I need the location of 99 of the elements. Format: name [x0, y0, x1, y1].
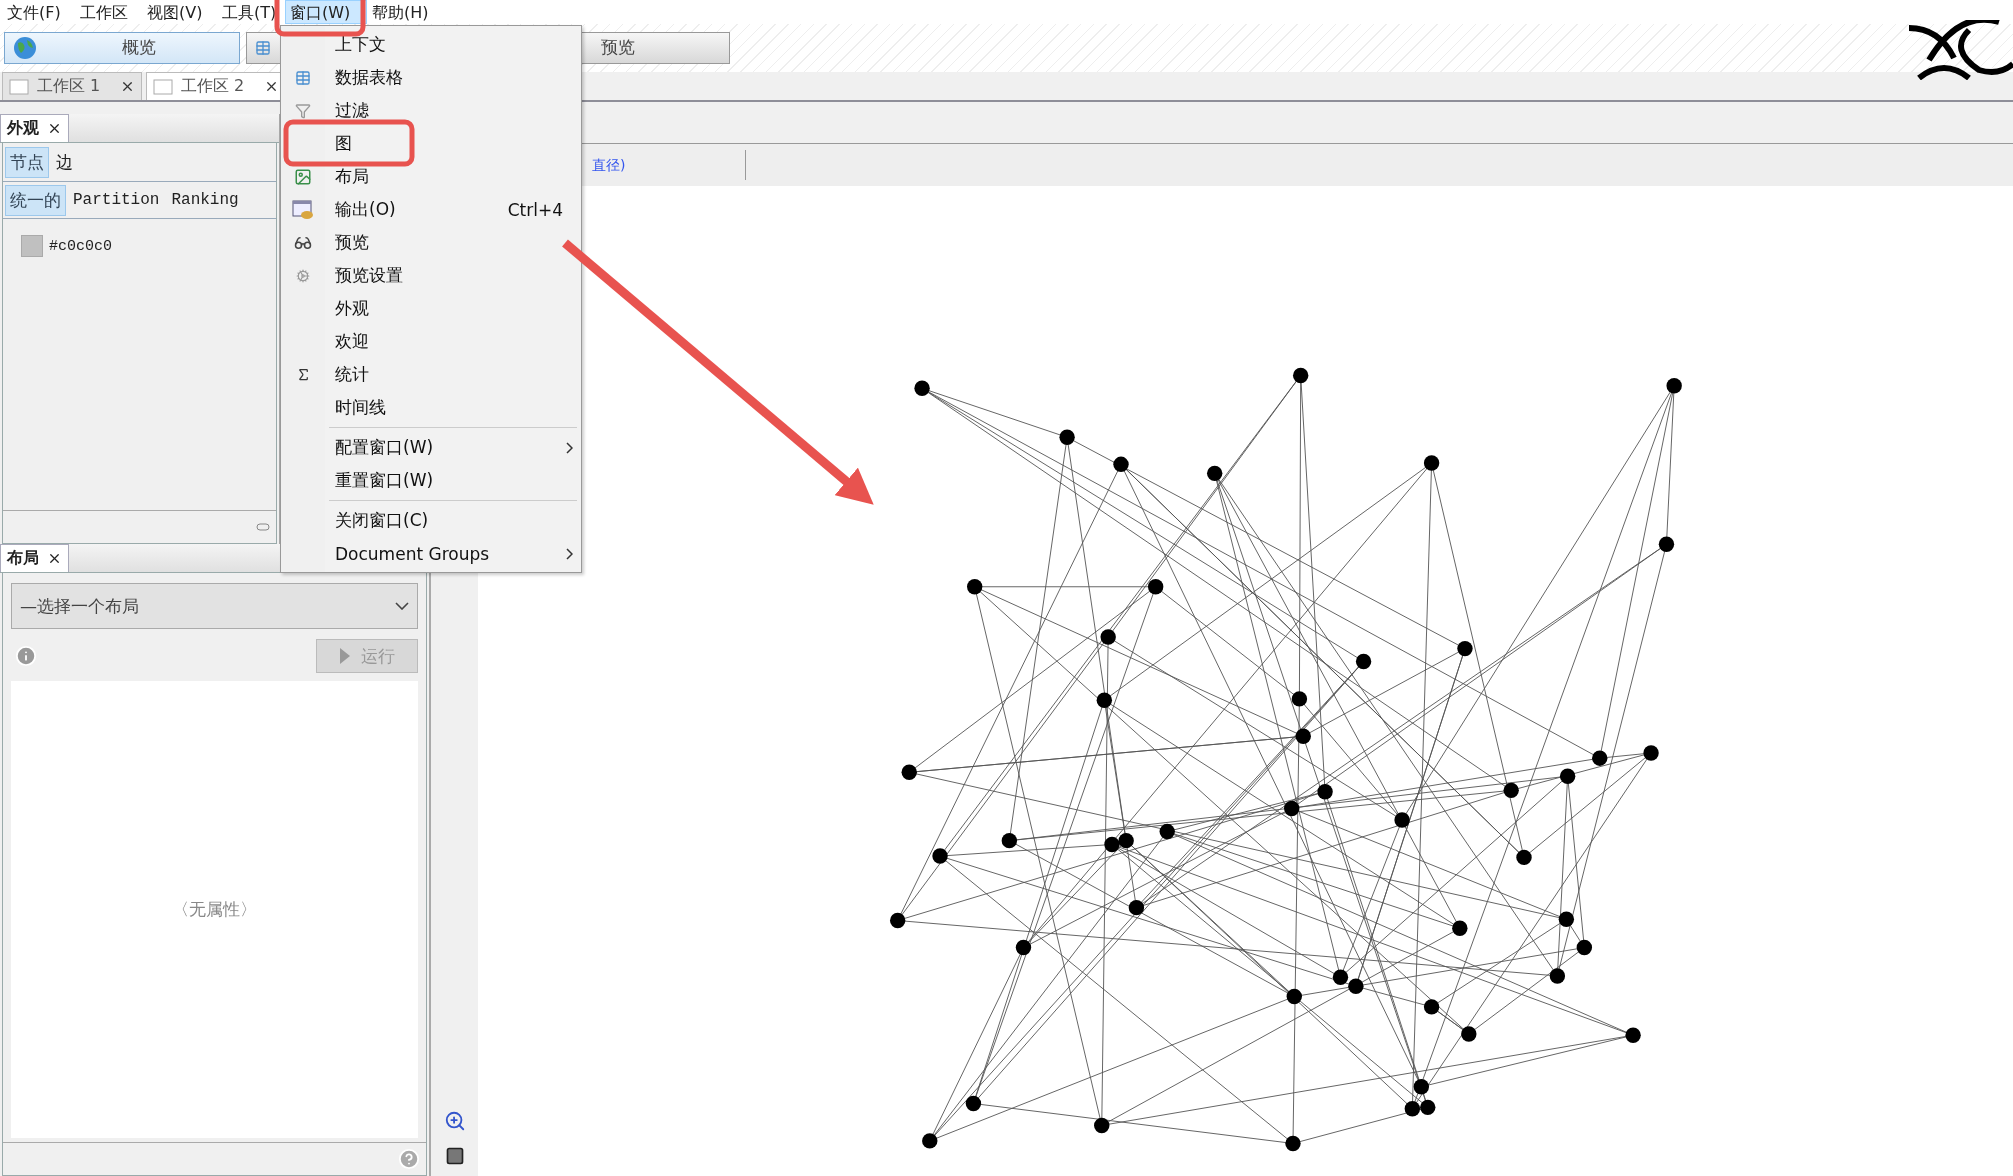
info-icon[interactable]: [15, 645, 37, 668]
graph-node[interactable]: [1394, 812, 1410, 829]
graph-node[interactable]: [1643, 745, 1659, 762]
graph-node[interactable]: [1576, 940, 1593, 956]
document-icon: [153, 78, 173, 95]
graph-node[interactable]: [1100, 629, 1116, 646]
perspective-button[interactable]: 概览: [4, 31, 240, 64]
graph-node[interactable]: [1104, 837, 1120, 853]
menu-item[interactable]: 上下文: [281, 28, 581, 61]
graph-node[interactable]: [901, 764, 917, 781]
filter-icon: [295, 102, 311, 119]
graph-node[interactable]: [1286, 989, 1302, 1005]
graph-node[interactable]: [1147, 579, 1164, 595]
mode-tab[interactable]: Partition: [68, 187, 165, 214]
graph-node[interactable]: [1284, 801, 1300, 817]
menu-item[interactable]: 统计: [281, 358, 581, 391]
layout-select[interactable]: —选择一个布局: [11, 583, 418, 630]
menu-item[interactable]: 文件(F): [2, 0, 75, 24]
graph-node[interactable]: [1113, 456, 1129, 473]
menu-item[interactable]: 外观: [281, 292, 581, 325]
menu-item[interactable]: 欢迎: [281, 325, 581, 358]
graph-node[interactable]: [967, 579, 983, 595]
menu-item[interactable]: 重置窗口(W): [281, 464, 581, 497]
graph-node[interactable]: [1420, 1099, 1436, 1116]
graph-node[interactable]: [1015, 940, 1032, 956]
table-icon: [295, 69, 311, 86]
graph-node[interactable]: [1293, 368, 1309, 384]
graph-node[interactable]: [1503, 782, 1519, 799]
color-swatch[interactable]: [21, 235, 43, 258]
graph-node[interactable]: [1549, 968, 1566, 984]
graph-node[interactable]: [1291, 691, 1308, 707]
graph-node[interactable]: [1592, 750, 1608, 767]
window-icon: [292, 199, 314, 220]
graph-node[interactable]: [1332, 969, 1349, 986]
graph-node[interactable]: [965, 1096, 982, 1112]
graph-node[interactable]: [1452, 920, 1468, 937]
menu-item[interactable]: 帮助(H): [367, 0, 457, 24]
menu-item[interactable]: 时间线: [281, 391, 581, 424]
menu-item[interactable]: 预览设置: [281, 259, 581, 292]
graph-node[interactable]: [1118, 833, 1134, 849]
chevron-down-icon: [395, 602, 409, 611]
sub-tab[interactable]: 边: [51, 146, 78, 178]
color-value: #c0c0c0: [49, 237, 112, 255]
graph-node[interactable]: [1059, 429, 1075, 446]
graph-node[interactable]: [1094, 1118, 1110, 1134]
panel-tab[interactable]: 布局: [0, 544, 69, 573]
play-icon: [339, 647, 351, 666]
graph-node[interactable]: [1558, 911, 1575, 928]
menu-item[interactable]: Document Groups: [281, 537, 581, 570]
graph-node[interactable]: [890, 913, 906, 929]
graph-node[interactable]: [1128, 900, 1145, 916]
graph-node[interactable]: [1423, 455, 1440, 472]
graph-node[interactable]: [922, 1133, 938, 1149]
graph-node[interactable]: [1355, 654, 1372, 670]
zoom-icon[interactable]: [443, 1110, 466, 1132]
square-icon[interactable]: [444, 1146, 465, 1166]
graph-node[interactable]: [1625, 1027, 1641, 1044]
menu-item[interactable]: 布局: [281, 160, 581, 193]
menu-item[interactable]: 预览: [281, 226, 581, 259]
mode-tab[interactable]: Ranking: [166, 187, 244, 214]
workspace-tab[interactable]: 工作区 1: [2, 72, 142, 101]
graph-node[interactable]: [1159, 824, 1175, 840]
menu-item[interactable]: 工具(T): [217, 0, 285, 24]
globe-icon: [13, 35, 37, 60]
panel-tab[interactable]: 外观: [0, 114, 69, 143]
graph-node[interactable]: [1295, 728, 1311, 745]
menu-item[interactable]: 输出(O) Ctrl+4: [281, 193, 581, 226]
graph-node[interactable]: [1207, 465, 1223, 482]
diameter-link[interactable]: 直径): [592, 150, 747, 181]
mode-tab[interactable]: 统一的: [5, 184, 66, 216]
graph-node[interactable]: [932, 848, 948, 865]
menu-item[interactable]: 关闭窗口(C): [281, 504, 581, 537]
graph-node[interactable]: [1658, 536, 1675, 553]
sub-tab[interactable]: 节点: [5, 146, 49, 178]
graph-node[interactable]: [1096, 692, 1112, 709]
menu-item[interactable]: 窗口(W): [285, 0, 367, 24]
menu-item[interactable]: 配置窗口(W): [281, 431, 581, 464]
graph-node[interactable]: [1516, 850, 1532, 866]
graph-node[interactable]: [1461, 1026, 1477, 1042]
graph-node[interactable]: [1001, 833, 1018, 849]
menu-item[interactable]: 视图(V): [142, 0, 217, 24]
graph-node[interactable]: [914, 380, 930, 397]
document-icon: [9, 78, 29, 95]
graph-node[interactable]: [1457, 641, 1473, 657]
settings-icon: [296, 268, 310, 283]
graph-node[interactable]: [1559, 768, 1576, 785]
graph-node[interactable]: [1348, 978, 1364, 995]
graph-node[interactable]: [1666, 378, 1682, 394]
perspective-button[interactable]: 预览: [580, 31, 730, 64]
table-icon: [255, 39, 271, 56]
graph-node[interactable]: [1423, 999, 1440, 1015]
menu-item[interactable]: 图: [281, 127, 581, 160]
graph-node[interactable]: [1404, 1101, 1421, 1117]
menu-item[interactable]: 工作区: [75, 0, 142, 24]
graph-node[interactable]: [1413, 1079, 1430, 1095]
image-icon: [294, 167, 312, 186]
graph-node[interactable]: [1317, 784, 1333, 800]
graph-node[interactable]: [1285, 1136, 1301, 1152]
empty-text: 〈无属性〉: [172, 898, 257, 922]
